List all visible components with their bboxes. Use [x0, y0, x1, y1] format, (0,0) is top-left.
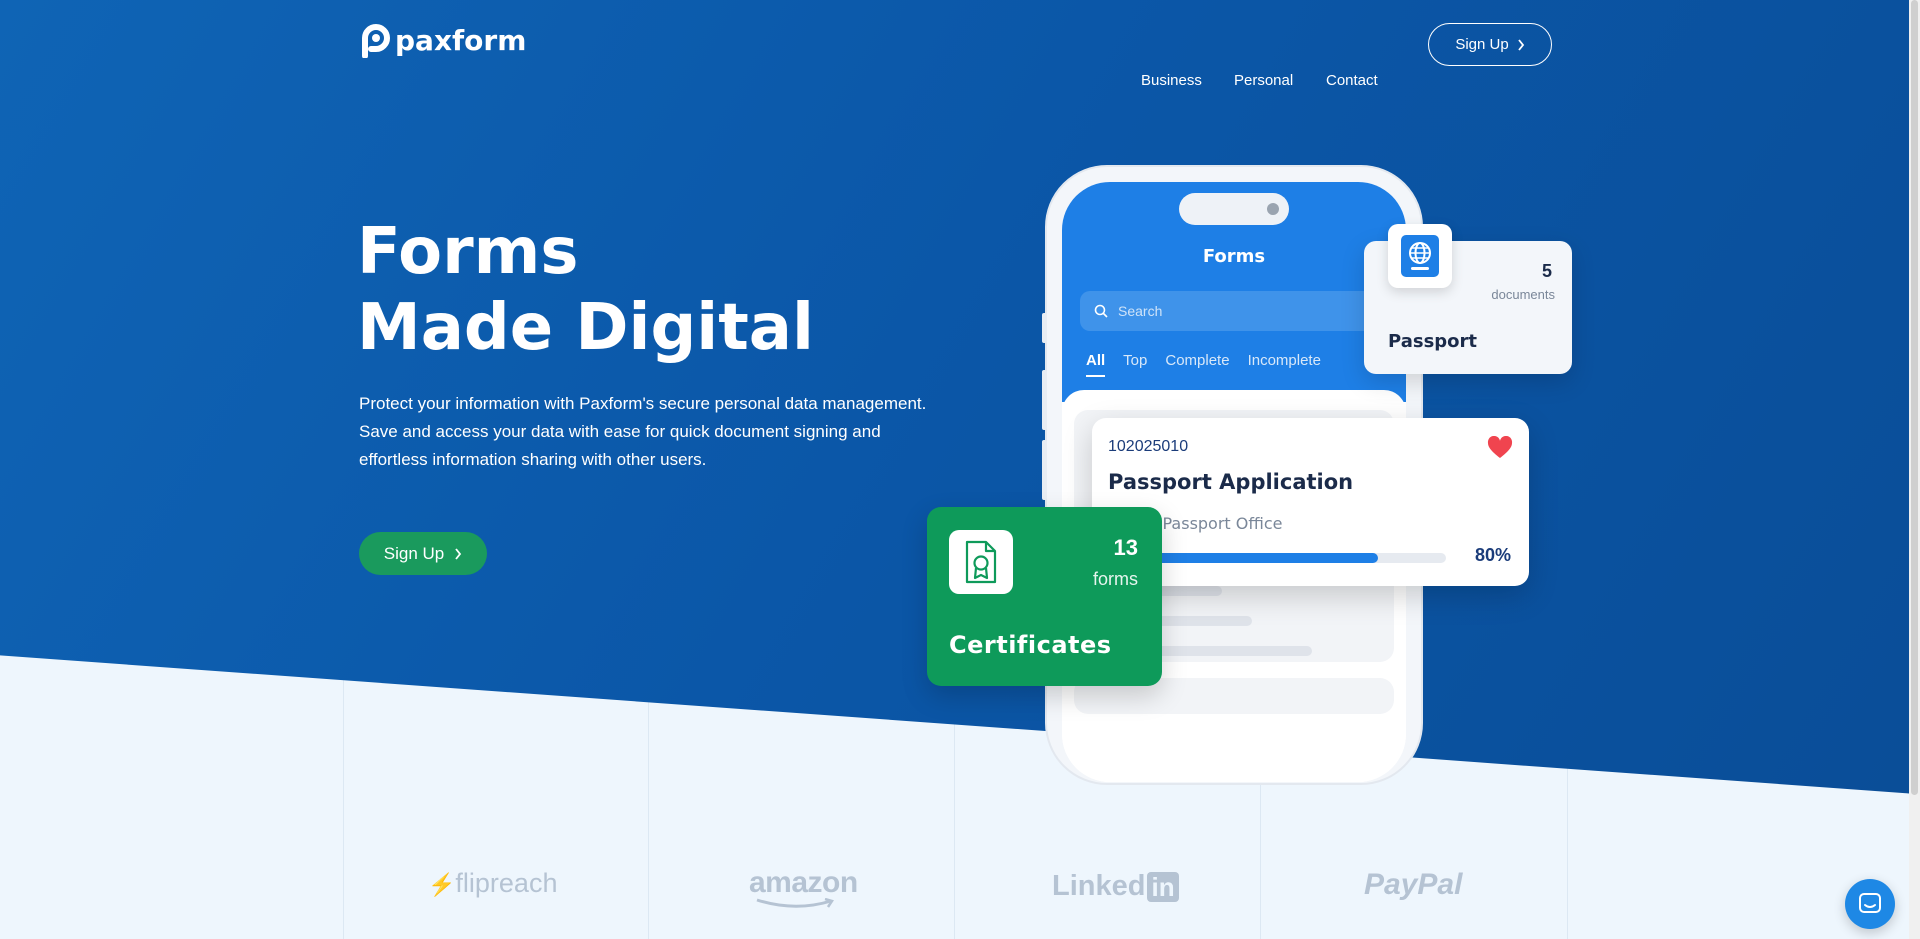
search-placeholder: Search	[1118, 303, 1163, 319]
hero-title-line: Forms	[357, 215, 579, 289]
chat-launcher-button[interactable]	[1845, 879, 1895, 929]
heart-icon[interactable]	[1487, 436, 1513, 460]
nav-link-contact[interactable]: Contact	[1326, 72, 1378, 89]
application-title: Passport Application	[1108, 470, 1354, 494]
brand-logo[interactable]: paxform	[359, 22, 526, 58]
nav-link-business[interactable]: Business	[1141, 72, 1202, 89]
linkedin-in-badge: in	[1147, 871, 1179, 902]
tab-incomplete[interactable]: Incomplete	[1248, 352, 1321, 377]
certificate-icon	[965, 540, 997, 584]
page-scrollbar[interactable]	[1909, 0, 1920, 939]
header-signup-label: Sign Up	[1455, 36, 1509, 53]
phone-notch	[1179, 193, 1289, 225]
divider	[343, 680, 344, 939]
phone-side-button	[1042, 370, 1047, 430]
passport-icon	[1401, 235, 1439, 277]
screen-title: Forms	[1202, 246, 1266, 267]
paypal-wordmark: PayPal	[1364, 868, 1463, 901]
hero-description-line: Protect your information with Paxform's …	[359, 394, 927, 413]
hero-description-line: Save and access your data with ease for …	[359, 422, 881, 441]
chevron-right-icon	[455, 547, 462, 560]
search-input[interactable]: Search	[1080, 291, 1390, 331]
tab-all[interactable]: All	[1086, 352, 1106, 377]
amazon-logo: amazon	[749, 866, 858, 908]
divider	[648, 680, 649, 939]
progress-percent: 80%	[1474, 545, 1511, 565]
paxform-logo-icon	[362, 24, 390, 58]
chat-icon	[1859, 893, 1881, 913]
tab-complete[interactable]: Complete	[1165, 352, 1229, 377]
certificates-summary-card[interactable]: 13 forms Certificates	[927, 507, 1162, 686]
hero-title-line: Made Digital	[357, 291, 814, 365]
amazon-wordmark: amazon	[749, 866, 858, 899]
camera-icon	[1267, 203, 1279, 215]
linkedin-logo: Linked in	[1052, 870, 1179, 903]
linkedin-wordmark: Linked	[1052, 870, 1146, 902]
header-signup-button[interactable]: Sign Up	[1428, 23, 1552, 66]
hero-description-line: effortless information sharing with othe…	[359, 450, 707, 469]
hero-signup-label: Sign Up	[383, 543, 445, 563]
flipreach-wordmark: flipreach	[455, 868, 558, 898]
chevron-right-icon	[1517, 38, 1524, 51]
passport-label: Passport	[1388, 331, 1478, 352]
hero-title: Forms Made Digital	[357, 214, 814, 366]
search-icon	[1094, 304, 1108, 318]
nav-link-personal[interactable]: Personal	[1234, 72, 1293, 89]
certificate-icon-tile	[949, 530, 1013, 594]
flipreach-logo: ⚡flipreach	[428, 868, 557, 899]
brand-name: paxform	[395, 23, 527, 57]
amazon-smile-icon	[756, 898, 834, 908]
tab-top[interactable]: Top	[1123, 352, 1147, 377]
scrollbar-thumb[interactable]	[1911, 0, 1918, 795]
certificates-count: 13	[1113, 535, 1138, 560]
flipreach-icon: ⚡	[428, 872, 456, 897]
application-id: 102025010	[1108, 438, 1189, 455]
phone-side-button	[1042, 313, 1047, 343]
phone-side-button	[1042, 440, 1047, 500]
certificates-label: Certificates	[949, 631, 1112, 659]
passport-count: 5	[1541, 261, 1552, 281]
passport-unit: documents	[1491, 287, 1555, 302]
passport-icon-tile	[1388, 224, 1452, 288]
hero-description: Protect your information with Paxform's …	[359, 390, 959, 474]
filter-tabs: All Top Complete Incomplete	[1086, 352, 1321, 377]
certificates-unit: forms	[1093, 569, 1138, 589]
paypal-logo: PayPal	[1364, 868, 1462, 902]
hero-signup-button[interactable]: Sign Up	[359, 532, 487, 575]
